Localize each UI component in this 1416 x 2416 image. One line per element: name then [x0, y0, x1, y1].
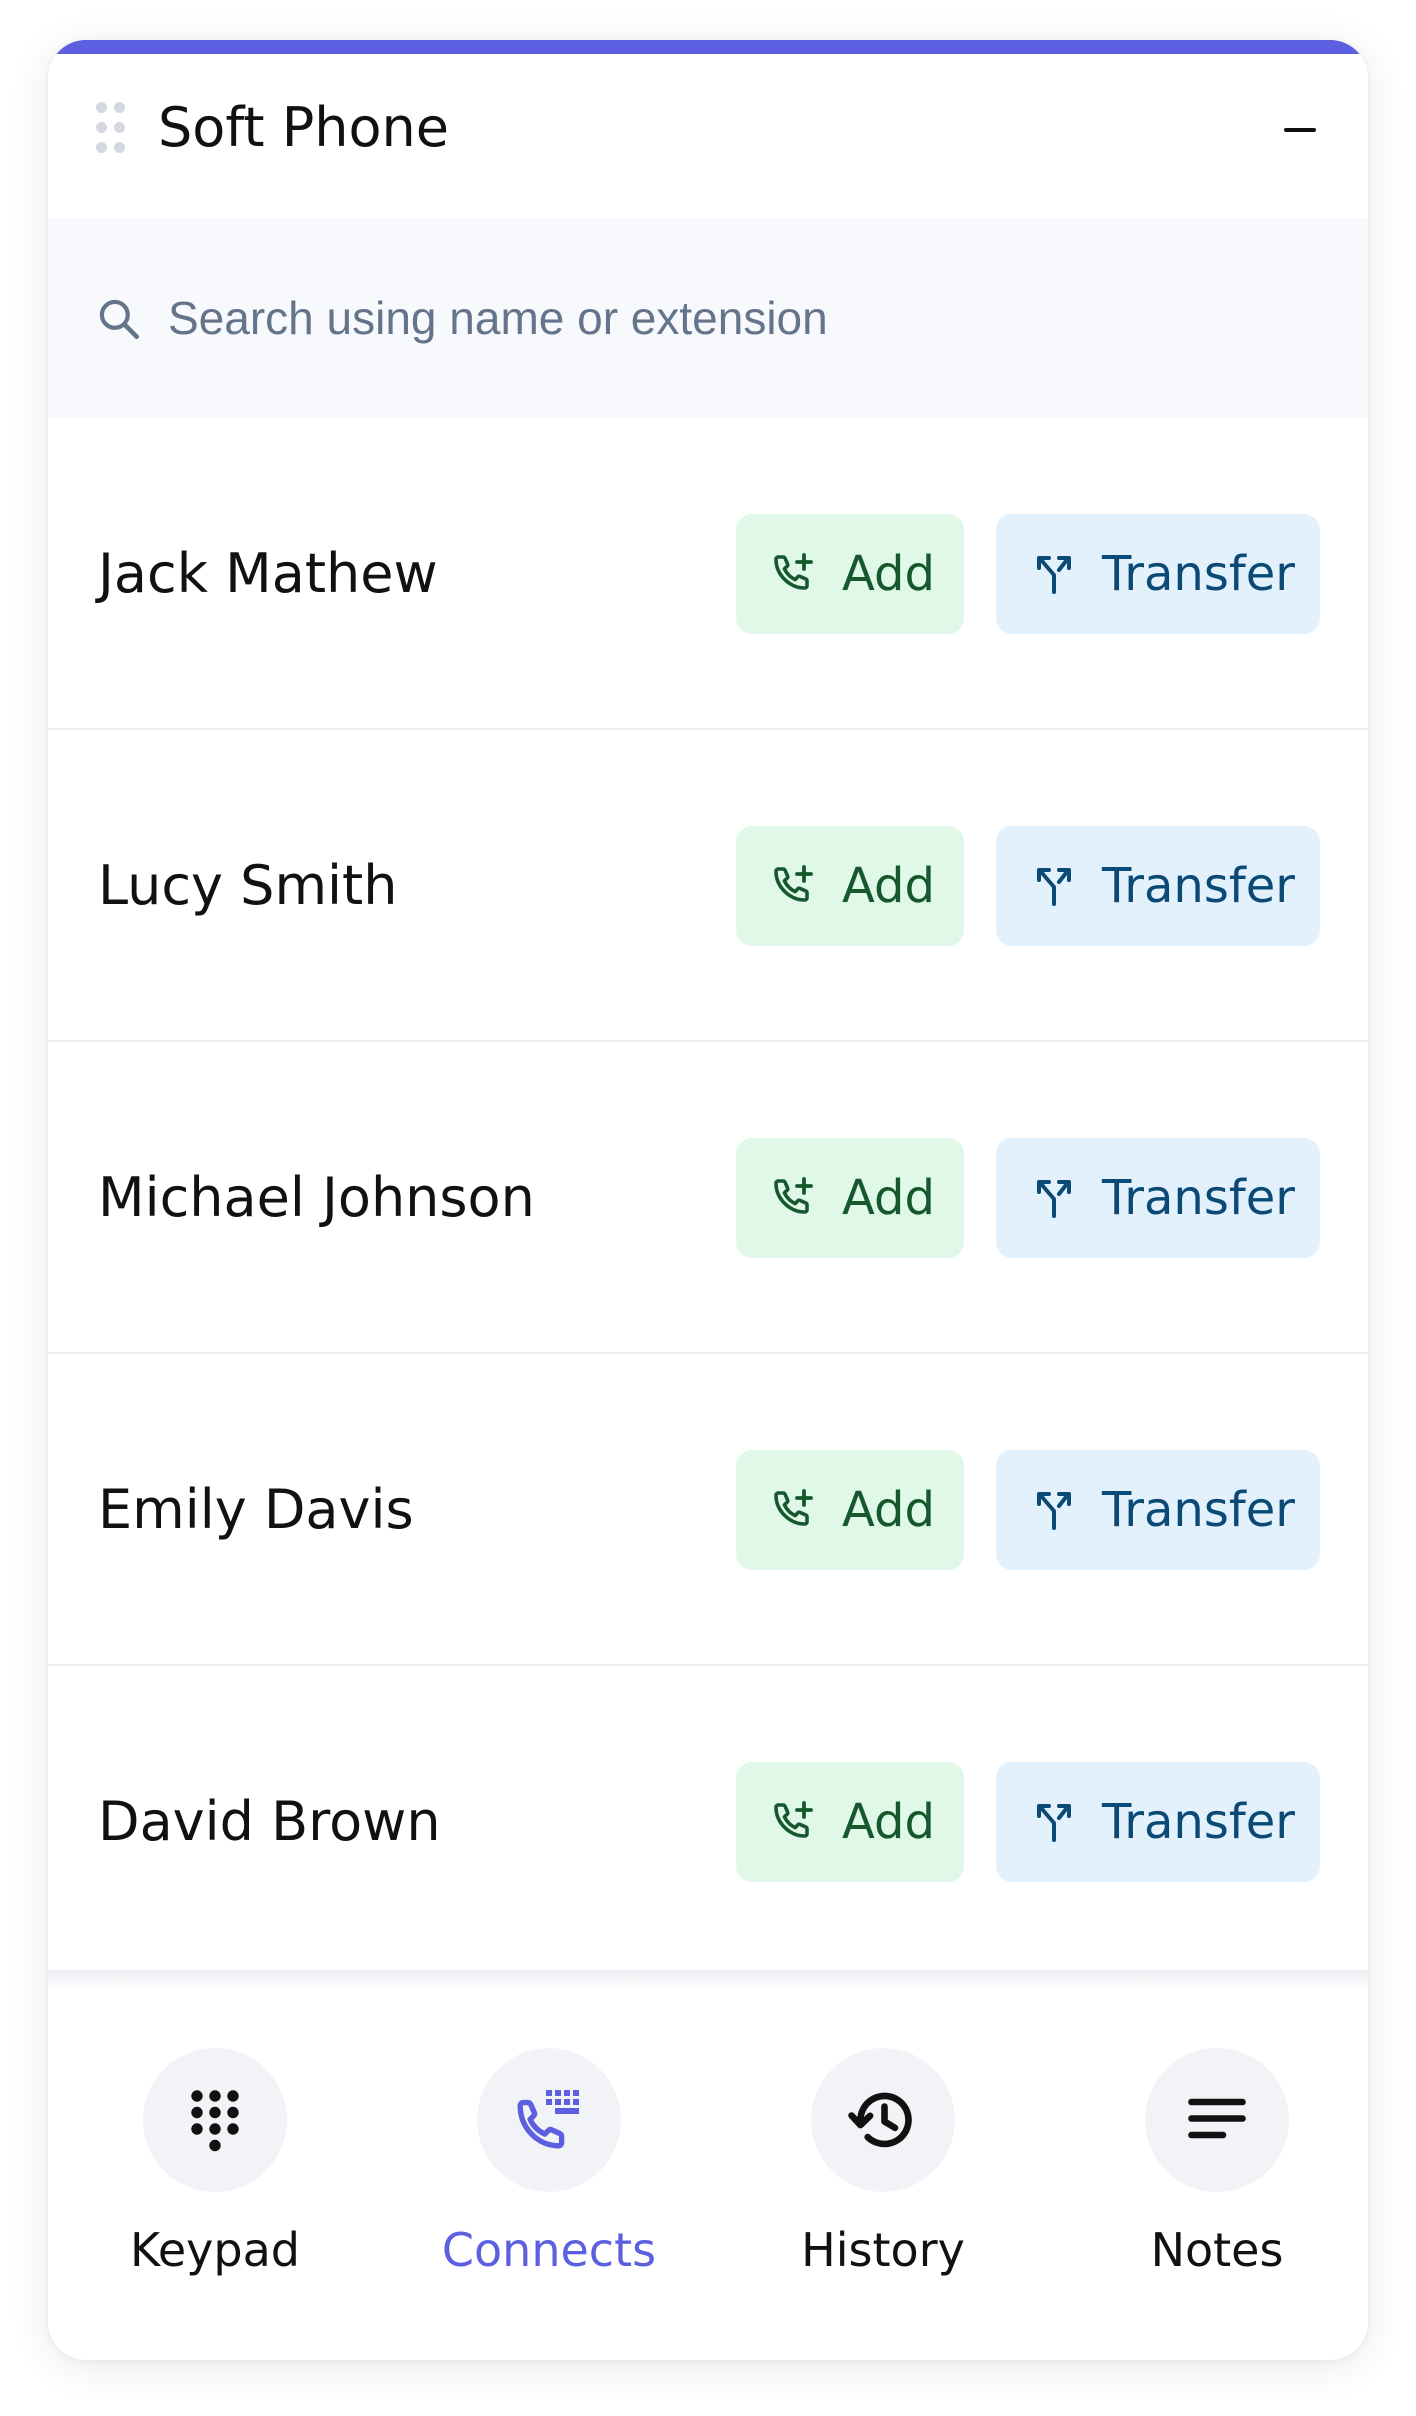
- phone-add-icon: [774, 553, 813, 590]
- phone-add-icon: [774, 1801, 813, 1838]
- add-button[interactable]: Add: [736, 1138, 964, 1258]
- add-label: Add: [842, 1170, 935, 1226]
- nav-icon-circle: [143, 2048, 287, 2192]
- panel-title: Soft Phone: [158, 96, 449, 159]
- transfer-label: Transfer: [1102, 858, 1296, 914]
- transfer-label: Transfer: [1102, 1482, 1296, 1538]
- add-button[interactable]: Add: [736, 1450, 964, 1570]
- phone-add-icon: [774, 1489, 813, 1526]
- add-button[interactable]: Add: [736, 514, 964, 634]
- nav-item-notes[interactable]: Notes: [1050, 2048, 1368, 2308]
- contact-name: David Brown: [98, 1790, 441, 1853]
- contact-name: Lucy Smith: [98, 854, 398, 917]
- call-split-icon: [1037, 868, 1071, 906]
- search-input[interactable]: [166, 280, 1266, 356]
- nav-label-keypad: Keypad: [130, 2223, 300, 2277]
- add-label: Add: [842, 1794, 935, 1850]
- phone-keypad-icon: [517, 2090, 579, 2149]
- transfer-label: Transfer: [1102, 546, 1296, 602]
- nav-item-connects[interactable]: Connects: [382, 2048, 716, 2308]
- contact-name: Jack Mathew: [98, 542, 438, 605]
- transfer-label: Transfer: [1102, 1170, 1296, 1226]
- phone-add-icon: [774, 1177, 813, 1214]
- panel-header: Soft Phone: [48, 54, 1368, 218]
- contact-name: Emily Davis: [98, 1478, 414, 1541]
- minimize-button[interactable]: [1272, 102, 1328, 158]
- nav-icon-circle: [1145, 2048, 1289, 2192]
- accent-bar: [48, 40, 1368, 54]
- contact-row: Jack Mathew Add Transfer: [48, 418, 1368, 730]
- search-bar: [48, 218, 1368, 418]
- transfer-button[interactable]: Transfer: [996, 1138, 1320, 1258]
- add-label: Add: [842, 858, 935, 914]
- transfer-button[interactable]: Transfer: [996, 826, 1320, 946]
- nav-label-notes: Notes: [1150, 2223, 1284, 2277]
- contact-row: David Brown Add Transfer: [48, 1666, 1368, 1978]
- contact-row: Michael Johnson Add Transfer: [48, 1042, 1368, 1354]
- transfer-label: Transfer: [1102, 1794, 1296, 1850]
- contact-row: Lucy Smith Add Transfer: [48, 730, 1368, 1042]
- nav-divider: [48, 1970, 1368, 1990]
- nav-item-keypad[interactable]: Keypad: [48, 2048, 382, 2308]
- transfer-button[interactable]: Transfer: [996, 1762, 1320, 1882]
- add-button[interactable]: Add: [736, 826, 964, 946]
- contact-list: Jack Mathew Add Transfer Lucy Smith Add …: [48, 418, 1368, 1978]
- add-label: Add: [842, 546, 935, 602]
- search-icon: [99, 299, 139, 339]
- transfer-button[interactable]: Transfer: [996, 514, 1320, 634]
- phone-add-icon: [774, 865, 813, 902]
- nav-label-connects: Connects: [441, 2223, 657, 2277]
- drag-handle-icon[interactable]: [96, 102, 126, 154]
- add-label: Add: [842, 1482, 935, 1538]
- contact-row: Emily Davis Add Transfer: [48, 1354, 1368, 1666]
- call-split-icon: [1037, 556, 1071, 594]
- soft-phone-panel: Soft Phone Jack Mathew Add: [48, 40, 1368, 2360]
- history-icon: [848, 2092, 912, 2148]
- nav-icon-circle: [811, 2048, 955, 2192]
- bottom-nav: Keypad Connects History Notes: [48, 1990, 1368, 2360]
- transfer-button[interactable]: Transfer: [996, 1450, 1320, 1570]
- contact-name: Michael Johnson: [98, 1166, 535, 1229]
- nav-icon-circle: [477, 2048, 621, 2192]
- nav-label-history: History: [801, 2223, 965, 2277]
- nav-item-history[interactable]: History: [716, 2048, 1050, 2308]
- notes-icon: [1188, 2098, 1246, 2139]
- dialpad-icon: [191, 2090, 239, 2152]
- call-split-icon: [1037, 1804, 1071, 1842]
- call-split-icon: [1037, 1180, 1071, 1218]
- call-split-icon: [1037, 1492, 1071, 1530]
- add-button[interactable]: Add: [736, 1762, 964, 1882]
